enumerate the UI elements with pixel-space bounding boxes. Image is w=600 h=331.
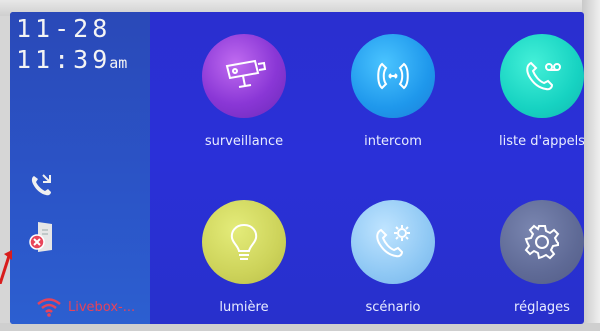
device-bezel-right bbox=[582, 0, 600, 331]
time-display: 11:39am bbox=[16, 47, 127, 76]
door-phone-error-icon[interactable] bbox=[28, 220, 58, 258]
reglages-button[interactable] bbox=[500, 200, 584, 284]
time-value: 11:39 bbox=[16, 45, 112, 74]
surveillance-button[interactable] bbox=[202, 34, 286, 118]
ampm-indicator: am bbox=[109, 54, 128, 72]
lumiere-button[interactable] bbox=[202, 200, 286, 284]
tile-scenario[interactable]: scénario bbox=[333, 200, 453, 315]
gear-icon bbox=[524, 224, 560, 260]
camera-icon bbox=[225, 59, 267, 88]
tile-surveillance[interactable]: surveillance bbox=[184, 34, 304, 149]
intercom-icon bbox=[377, 62, 409, 90]
scenario-label: scénario bbox=[365, 300, 421, 315]
tile-liste-appels[interactable]: liste d'appels bbox=[482, 34, 584, 149]
reglages-label: réglages bbox=[514, 300, 570, 315]
wifi-icon bbox=[36, 297, 62, 321]
tile-lumiere[interactable]: lumière bbox=[184, 200, 304, 315]
liste-appels-button[interactable] bbox=[500, 34, 584, 118]
liste-appels-label: liste d'appels bbox=[499, 134, 584, 149]
date-display: 11-28 bbox=[16, 14, 112, 43]
light-bulb-icon bbox=[230, 223, 258, 260]
surveillance-label: surveillance bbox=[204, 134, 284, 149]
sidebar: 11-28 11:39am Livebox-... bbox=[10, 12, 150, 324]
missed-call-icon[interactable] bbox=[28, 172, 56, 202]
call-log-icon bbox=[526, 61, 561, 91]
intercom-button[interactable] bbox=[351, 34, 435, 118]
phone-settings-icon bbox=[376, 225, 410, 258]
intercom-label: intercom bbox=[364, 134, 422, 149]
lumiere-label: lumière bbox=[219, 300, 269, 315]
tile-intercom[interactable]: intercom bbox=[333, 34, 453, 149]
device-bezel-bottom bbox=[0, 323, 600, 331]
scenario-button[interactable] bbox=[351, 200, 435, 284]
screen: 11-28 11:39am Livebox-... surveillance i… bbox=[10, 12, 584, 324]
wifi-network-label[interactable]: Livebox-... bbox=[68, 300, 135, 315]
annotation-arrow bbox=[0, 244, 14, 288]
tile-reglages[interactable]: réglages bbox=[482, 200, 584, 315]
